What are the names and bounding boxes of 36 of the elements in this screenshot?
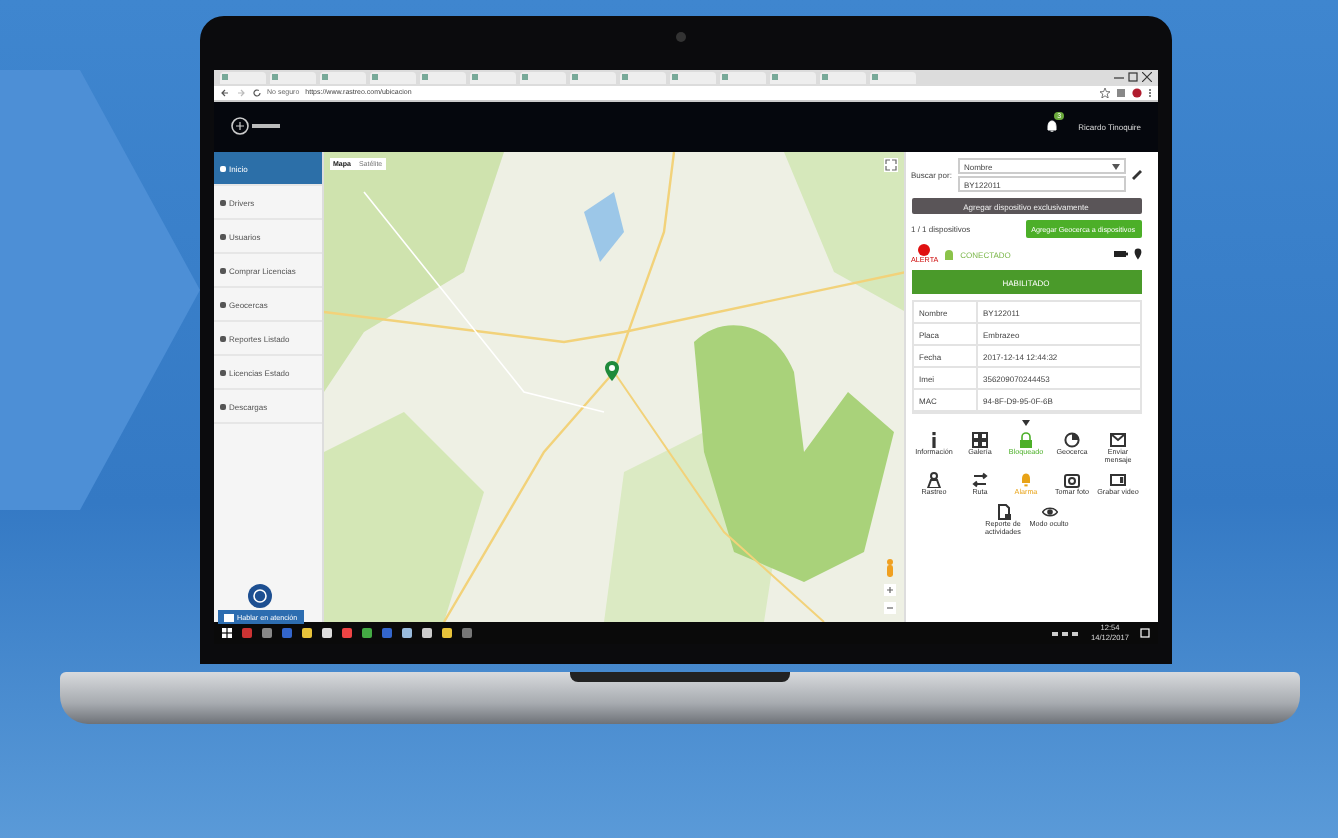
support-avatar-icon[interactable] [248,584,273,608]
browser-tab[interactable] [419,71,465,84]
browser-tab[interactable] [519,71,565,84]
browser-tab[interactable] [369,71,415,84]
minimize-icon[interactable] [1113,72,1123,83]
caret-icon [1111,163,1119,170]
browser-tab[interactable] [619,71,665,84]
tray-icon[interactable] [1052,629,1081,638]
camera-icon [675,32,685,42]
back-icon[interactable] [219,87,229,98]
browser-tab[interactable] [469,71,515,84]
bell-icon[interactable] [1046,119,1059,134]
maximize-icon[interactable] [1127,72,1137,83]
browser-tab[interactable] [769,71,815,84]
browser-tab[interactable] [869,71,915,84]
chat-icon [223,613,233,621]
reload-icon[interactable] [251,87,261,98]
browser-tab[interactable] [569,71,615,84]
browser-tab[interactable] [669,71,715,84]
extension-icon[interactable] [1115,87,1125,98]
android-icon [944,248,955,261]
browser-tab[interactable] [719,71,765,84]
notifications-icon[interactable] [1139,628,1149,639]
star-icon[interactable] [1099,87,1109,98]
location-pin-icon [1133,248,1141,261]
browser-tab[interactable] [319,71,365,84]
battery-icon [1113,250,1127,259]
logo-icon[interactable] [229,116,281,137]
browser-tab[interactable] [819,71,865,84]
clear-icon[interactable] [1131,170,1141,181]
map-marker-icon[interactable] [603,360,619,383]
close-icon[interactable] [1141,72,1151,83]
windows-start-icon[interactable] [221,628,231,639]
profile-icon[interactable] [1131,87,1141,98]
alert-dot-icon [918,244,931,257]
expand-caret-icon[interactable] [1022,420,1030,427]
